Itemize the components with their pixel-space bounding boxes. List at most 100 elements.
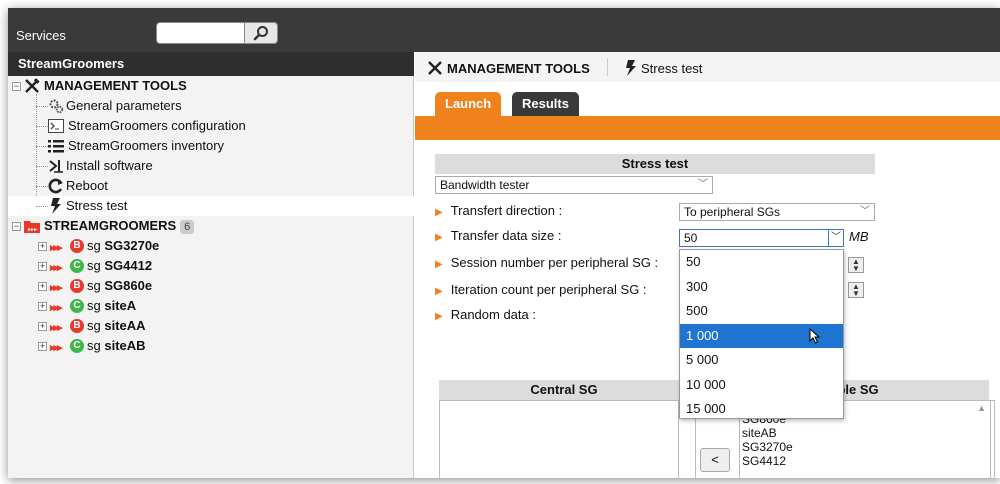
tree-item-sg-siteab[interactable]: + ▸▸▸ Csg siteAB: [8, 336, 414, 356]
sg-name: siteAA: [104, 318, 146, 333]
chevron-down-icon: ﹀: [860, 206, 870, 217]
tab-management-tools[interactable]: MANAGEMENT TOOLS: [427, 60, 590, 76]
dropdown-option[interactable]: 15 000: [680, 397, 843, 422]
tree-label: sg SG4412: [87, 256, 152, 276]
dropdown-option[interactable]: 50: [680, 250, 843, 275]
folder-icon: ▸▸▸: [24, 218, 40, 234]
tree-label: General parameters: [66, 98, 182, 113]
tree-label: MANAGEMENT TOOLS: [44, 78, 187, 93]
tree-item-general-parameters[interactable]: General parameters: [8, 96, 414, 116]
expand-toggle[interactable]: +: [38, 282, 47, 291]
sg-name: SG860e: [104, 278, 153, 293]
tree-label: STREAMGROOMERS 6: [44, 216, 195, 236]
sg-prefix: sg: [87, 258, 101, 273]
status-badge: B: [70, 279, 84, 293]
status-badge: C: [70, 339, 84, 353]
tools-icon: [428, 61, 442, 75]
brand-label: StreamGroomers: [18, 56, 125, 71]
unit-label: MB: [849, 229, 869, 244]
tree-label: sg siteAB: [87, 336, 146, 356]
tab-stress-test[interactable]: Stress test: [625, 60, 702, 76]
tree-label: Stress test: [66, 198, 128, 213]
dropdown-option[interactable]: 10 000: [680, 373, 843, 398]
expand-toggle[interactable]: +: [38, 242, 47, 251]
tree-item-streamgroomers-configuration[interactable]: StreamGroomers configuration: [8, 116, 414, 136]
tab-results[interactable]: Results: [512, 92, 579, 116]
central-sg-list[interactable]: [439, 400, 679, 478]
param-label: Random data :: [450, 307, 536, 322]
tree-item-sg-siteaa[interactable]: + ▸▸▸ Bsg siteAA: [8, 316, 414, 336]
scroll-up-icon[interactable]: ▲: [977, 403, 986, 413]
tree-connector: [36, 106, 48, 107]
session-spinner[interactable]: ▲ ▼: [848, 257, 864, 273]
param-transfert-direction: ▶ Transfert direction :: [435, 202, 562, 220]
tree-item-streamgroomers-inventory[interactable]: StreamGroomers inventory: [8, 136, 414, 156]
reboot-icon: [48, 178, 64, 194]
iteration-spinner[interactable]: ▲ ▼: [848, 282, 864, 298]
collapse-toggle[interactable]: −: [12, 82, 21, 91]
tree-item-reboot[interactable]: Reboot: [8, 176, 414, 196]
expand-toggle[interactable]: +: [38, 342, 47, 351]
window-tabs: MANAGEMENT TOOLS Stress test: [415, 52, 1000, 82]
dropdown-option[interactable]: 300: [680, 275, 843, 300]
dropdown-option[interactable]: 5 000: [680, 348, 843, 373]
tree-item-stress-test[interactable]: Stress test: [8, 196, 414, 216]
collapse-toggle[interactable]: −: [12, 222, 21, 231]
search-button[interactable]: [244, 22, 278, 44]
param-transfer-data-size: ▶ Transfer data size :: [435, 227, 562, 245]
dropdown-option[interactable]: 500: [680, 299, 843, 324]
content-panel: MANAGEMENT TOOLS Stress test Launch Resu…: [415, 52, 1000, 478]
list-item[interactable]: SG4412: [742, 455, 786, 468]
navigation-tree: − MANAGEMENT TOOLS General parameters St…: [8, 76, 414, 478]
tree-item-install-software[interactable]: Install software: [8, 156, 414, 176]
chevron-down-icon[interactable]: ﹀: [828, 229, 844, 247]
param-label: Session number per peripheral SG :: [450, 255, 659, 270]
bullet-arrow-icon: ▶: [435, 286, 443, 297]
tree-label: StreamGroomers inventory: [68, 138, 225, 153]
move-left-button[interactable]: <: [700, 448, 730, 472]
expand-toggle[interactable]: +: [38, 322, 47, 331]
bullet-arrow-icon: ▶: [435, 259, 443, 270]
bullet-arrow-icon: ▶: [435, 311, 443, 322]
status-badge: C: [70, 299, 84, 313]
status-badge: B: [70, 319, 84, 333]
dropdown-option-highlighted[interactable]: 1 000: [680, 323, 843, 348]
bolt-icon: [48, 198, 64, 214]
bolt-icon: [626, 60, 636, 76]
tree-item-sg-sg4412[interactable]: + ▸▸▸ Csg SG4412: [8, 256, 414, 276]
brand-bar: StreamGroomers: [8, 52, 414, 76]
sg-name: siteAB: [104, 338, 146, 353]
svg-text:▸▸▸: ▸▸▸: [28, 226, 37, 233]
mode-select[interactable]: Bandwidth tester ﹀: [435, 176, 713, 194]
list-item[interactable]: SG3270e: [742, 441, 793, 454]
list-item[interactable]: siteAB: [742, 427, 777, 440]
sg-prefix: sg: [87, 238, 101, 253]
gears-icon: [48, 98, 64, 114]
expand-toggle[interactable]: +: [38, 302, 47, 311]
tree-item-sg-sg860e[interactable]: + ▸▸▸ Bsg SG860e: [8, 276, 414, 296]
bullet-arrow-icon: ▶: [435, 207, 443, 218]
tree-node-management-tools[interactable]: − MANAGEMENT TOOLS: [8, 76, 414, 96]
param-iteration-count: ▶ Iteration count per peripheral SG :: [435, 281, 647, 299]
tree-item-sg-sg3270e[interactable]: + ▸▸▸ Bsg SG3270e: [8, 236, 414, 256]
tab-content-bar: [415, 116, 1000, 140]
tree-item-sg-sitea[interactable]: + ▸▸▸ Csg siteA: [8, 296, 414, 316]
direction-select[interactable]: To peripheral SGs ﹀: [679, 203, 875, 221]
sg-prefix: sg: [87, 278, 101, 293]
sg-prefix: sg: [87, 338, 101, 353]
tree-label: sg siteA: [87, 296, 136, 316]
tree-node-streamgroomers[interactable]: − ▸▸▸ STREAMGROOMERS 6: [8, 216, 414, 236]
expand-toggle[interactable]: +: [38, 262, 47, 271]
tab-launch[interactable]: Launch: [435, 92, 502, 116]
stream-arrows-icon: ▸▸▸: [50, 342, 63, 354]
data-size-select[interactable]: 50 ﹀: [679, 229, 844, 247]
param-random-data: ▶ Random data :: [435, 306, 536, 324]
tree-label: StreamGroomers configuration: [68, 118, 246, 133]
stress-test-header: Stress test: [435, 154, 875, 174]
tree-connector: [36, 186, 48, 187]
stream-arrows-icon: ▸▸▸: [50, 262, 63, 274]
tree-connector: [36, 146, 48, 147]
tree-label: sg SG3270e: [87, 236, 159, 256]
param-label: Iteration count per peripheral SG :: [450, 282, 647, 297]
tree-label: sg siteAA: [87, 316, 146, 336]
